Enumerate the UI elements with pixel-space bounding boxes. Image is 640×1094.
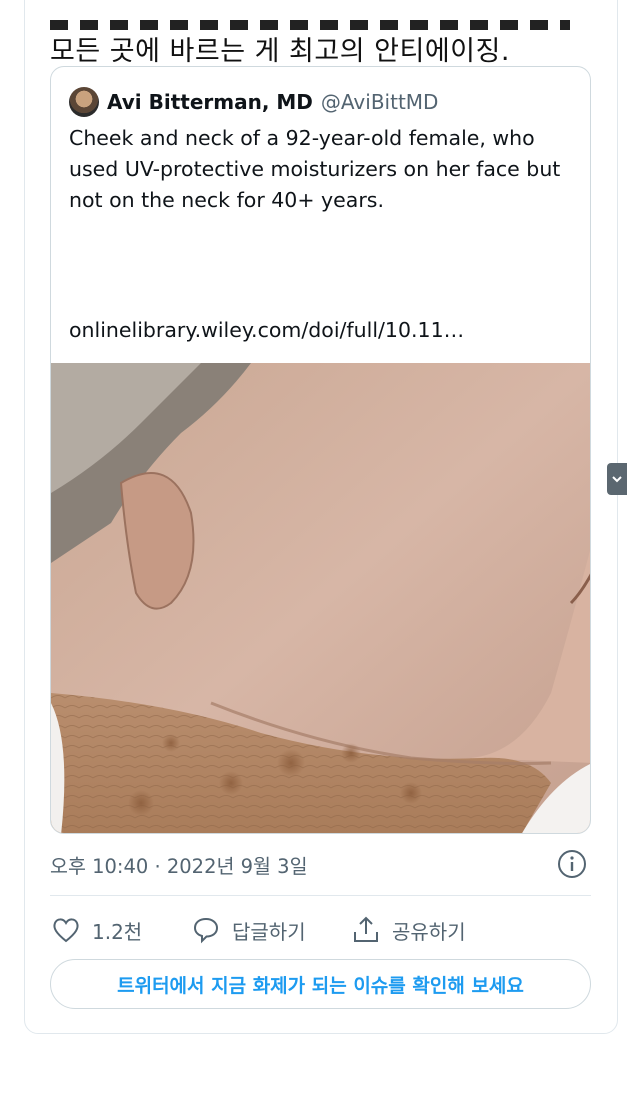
action-bar: 1.2천 답글하기 공유하기 [50,910,466,950]
share-label: 공유하기 [392,919,466,944]
avatar[interactable] [69,87,99,117]
quoted-tweet-link[interactable]: onlinelibrary.wiley.com/doi/full/10.11… [69,315,579,346]
post-caption: 모든 곳에 바르는 게 최고의 안티에이징. [50,0,610,74]
reply-bubble-icon [193,917,219,944]
like-count: 1.2천 [92,919,143,944]
info-icon[interactable] [556,848,588,880]
chevron-down-icon [612,476,622,483]
share-button[interactable]: 공유하기 [350,914,466,946]
share-icon [354,916,378,942]
quoted-tweet-text: Cheek and neck of a 92-year-old female, … [69,126,561,212]
scroll-handle[interactable] [607,463,627,495]
author-handle[interactable]: @AviBittMD [321,90,439,114]
heart-icon [53,918,79,943]
reply-label: 답글하기 [232,919,306,944]
like-button[interactable]: 1.2천 [50,914,190,946]
explore-trending-button[interactable]: 트위터에서 지금 화제가 되는 이슈를 확인해 보세요 [50,959,591,1009]
author-name[interactable]: Avi Bitterman, MD [107,90,313,114]
quoted-tweet[interactable]: Avi Bitterman, MD @AviBittMD Cheek and n… [50,66,591,834]
photo-illustration [51,363,590,833]
reply-button[interactable]: 답글하기 [190,914,350,946]
tweet-timestamp[interactable]: 오후 10:40 · 2022년 9월 3일 [50,850,308,879]
quoted-tweet-photo[interactable] [51,363,590,833]
quoted-tweet-header: Avi Bitterman, MD @AviBittMD [69,87,438,117]
cut-off-text-line [50,0,610,30]
divider [50,895,591,896]
